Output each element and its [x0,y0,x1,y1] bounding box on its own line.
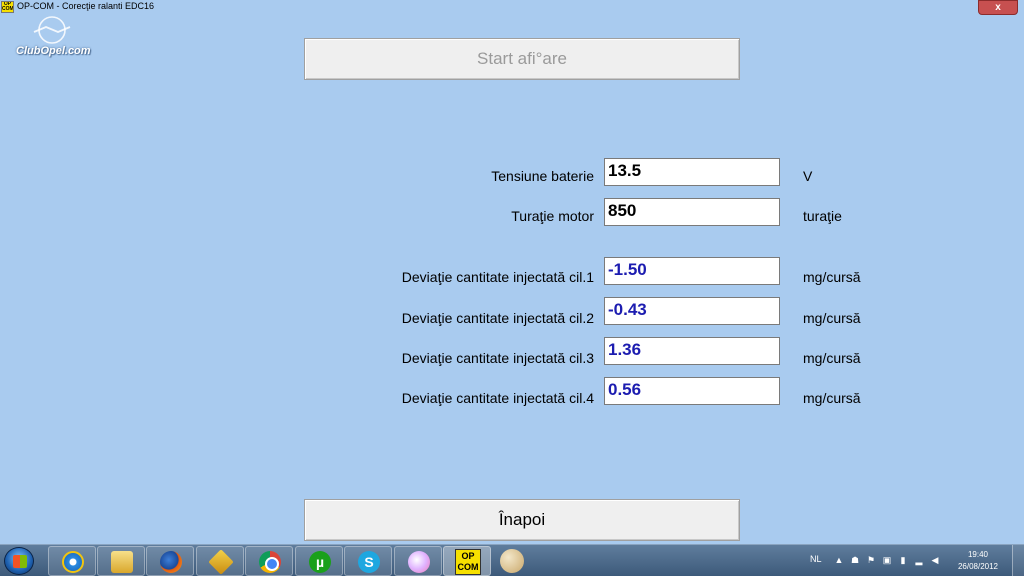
unit-deviation-cyl1: mg/cursă [803,269,861,285]
skype-icon: S [358,551,380,573]
volume-icon[interactable]: ◀ [930,555,940,565]
signal-icon[interactable]: ▂ [914,555,924,565]
title-bar: OP COM OP-COM - Corecţie ralanti EDC16 x [0,0,1024,15]
taskbar-tool[interactable] [196,546,244,576]
unit-engine-speed: turaţie [803,208,842,224]
windows-explorer-icon [111,551,133,573]
chrome-icon [259,551,281,573]
app-icon-line-2: COM [2,6,14,12]
label-battery-voltage: Tensiune baterie [491,168,594,184]
unit-battery-voltage: V [803,168,813,184]
firefox-icon [160,551,182,573]
flag-icon[interactable]: ⚑ [866,555,876,565]
unit-deviation-cyl2: mg/cursă [803,310,861,326]
language-indicator[interactable]: NL [810,554,822,564]
paint-icon [408,551,430,573]
taskbar-internet-explorer[interactable] [48,546,96,576]
show-hidden-icons-icon[interactable]: ▲ [834,555,844,565]
opcom-icon-line-1: OP [461,551,475,561]
field-deviation-cyl1: -1.50 [604,257,780,285]
window-title: OP-COM - Corecţie ralanti EDC16 [17,1,155,11]
unit-deviation-cyl4: mg/cursă [803,390,861,406]
clock-time: 19:40 [967,550,989,559]
show-desktop-button[interactable] [1012,545,1024,576]
unit-deviation-cyl3: mg/cursă [803,350,861,366]
label-deviation-cyl1: Deviaţie cantitate injectată cil.1 [401,269,594,285]
field-battery-voltage: 13.5 [604,158,780,186]
label-deviation-cyl3: Deviaţie cantitate injectată cil.3 [401,350,594,366]
taskbar-skype[interactable]: S [344,546,392,576]
tray-app-icon[interactable]: ☗ [850,555,860,565]
taskbar-chrome[interactable] [245,546,293,576]
taskbar-paint[interactable] [394,546,442,576]
action-center-icon[interactable]: ▣ [882,555,892,565]
windows-logo-icon [13,555,27,568]
utorrent-icon: µ [309,551,331,573]
taskbar-firefox[interactable] [146,546,194,576]
battery-icon[interactable]: ▮ [898,555,908,565]
internet-explorer-icon [62,551,84,573]
taskbar-opcom[interactable]: OP COM [443,546,491,576]
label-deviation-cyl4: Deviaţie cantitate injectată cil.4 [401,390,594,406]
start-button[interactable] [4,547,34,575]
opcom-icon: OP COM [455,549,481,575]
opcom-icon-line-2: COM [457,562,479,572]
taskbar-windows-explorer[interactable] [97,546,145,576]
label-deviation-cyl2: Deviaţie cantitate injectată cil.2 [401,310,594,326]
opcom-app-icon[interactable]: OP COM [1,1,14,13]
field-deviation-cyl3: 1.36 [604,337,780,365]
field-deviation-cyl2: -0.43 [604,297,780,325]
start-display-button[interactable]: Start afi°are [304,38,740,80]
field-engine-speed: 850 [604,198,780,226]
back-button[interactable]: Înapoi [304,499,740,541]
field-deviation-cyl4: 0.56 [604,377,780,405]
taskbar: µ S OP COM NL ▲ ☗ ⚑ ▣ ▮ ▂ ◀ 19:40 26/08/… [0,544,1024,576]
clock-date: 26/08/2012 [957,562,999,571]
taskbar-utorrent[interactable]: µ [295,546,343,576]
label-engine-speed: Turaţie motor [511,208,594,224]
close-button[interactable]: x [978,0,1018,15]
logo-text: ClubOpel.com [16,45,91,57]
palette-icon[interactable] [500,549,524,573]
clock[interactable]: 19:40 26/08/2012 [955,549,1001,573]
tool-icon [208,549,234,575]
